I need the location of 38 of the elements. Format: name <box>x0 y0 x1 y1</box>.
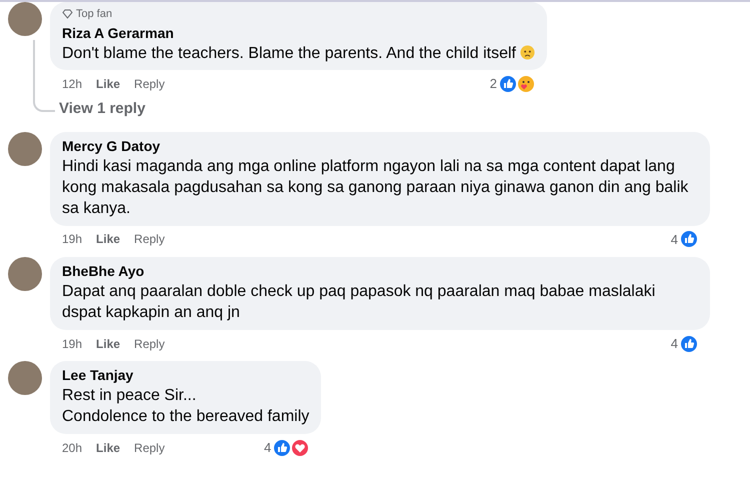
reply-link[interactable]: Reply <box>134 230 165 248</box>
reply-link[interactable]: Reply <box>134 334 165 353</box>
care-reaction-icon <box>516 75 535 94</box>
badge-label: Top fan <box>76 7 112 22</box>
reply-link[interactable]: Reply <box>134 438 165 457</box>
commenter-name[interactable]: Lee Tanjay <box>62 365 310 386</box>
commenter-name[interactable]: Mercy G Datoy <box>62 136 698 158</box>
comment-text: Don't blame the teachers. Blame the parents. And the child itself <box>62 44 535 64</box>
comment-text: Dapat anq paaralan doble check up paq papasok nq paaralan maq babae maslalaki dspat kapkapin an anq jn <box>62 282 656 323</box>
comment-text: Hindi kasi maganda ang mga online platform ngayon lali na sa mga content dapat lang kong makasala pagdusahan sa kong sa ganong paraan niya ginawa ganon din ang balik sa kanya. <box>62 157 690 219</box>
comment-text: Rest in peace Sir... Condolence to the bereaved family <box>62 386 310 428</box>
like-reaction-icon <box>273 438 292 457</box>
avatar-photo-placeholder <box>8 257 42 292</box>
avatar-photo-placeholder <box>8 2 42 36</box>
diamond-icon <box>62 9 73 20</box>
reaction-count[interactable]: 4 <box>670 334 678 354</box>
reply-link[interactable]: Reply <box>134 75 165 94</box>
reaction-count[interactable]: 4 <box>670 230 678 250</box>
avatar-photo-placeholder <box>8 132 42 166</box>
like-link[interactable]: Like <box>96 230 120 248</box>
like-reaction-icon <box>680 334 698 353</box>
timestamp[interactable]: 12h <box>62 75 82 94</box>
commenter-name[interactable]: Riza A Gerarman <box>62 22 535 44</box>
reaction-count[interactable]: 4 <box>264 438 272 458</box>
like-link[interactable]: Like <box>96 438 120 457</box>
avatar-photo-placeholder <box>8 361 42 396</box>
sad-face-icon <box>520 44 535 60</box>
like-reaction-icon <box>680 230 698 248</box>
like-reaction-icon <box>498 75 517 94</box>
timestamp[interactable]: 19h <box>62 230 82 248</box>
view-replies-link[interactable]: View 1 reply <box>8 94 742 120</box>
like-link[interactable]: Like <box>96 334 120 353</box>
reaction-count[interactable]: 2 <box>490 74 497 94</box>
like-link[interactable]: Like <box>96 75 120 94</box>
commenter-name[interactable]: BheBhe Ayo <box>62 261 698 282</box>
timestamp[interactable]: 20h <box>62 438 82 457</box>
love-reaction-icon <box>291 438 310 457</box>
timestamp[interactable]: 19h <box>62 334 82 353</box>
